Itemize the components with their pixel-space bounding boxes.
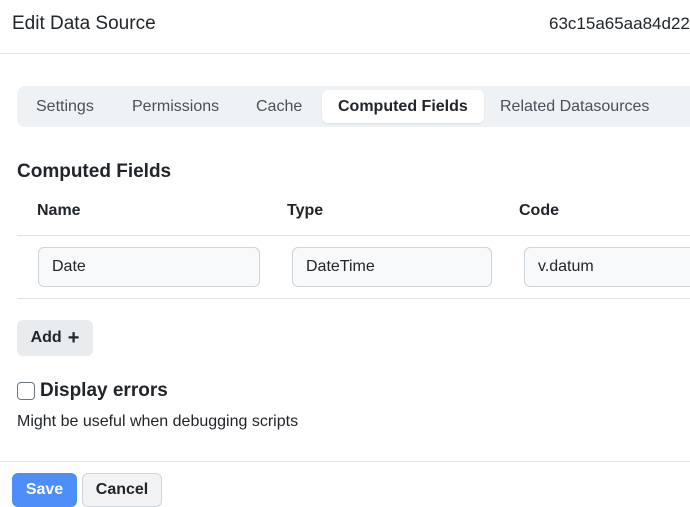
modal-footer: Save Cancel — [0, 461, 690, 507]
tab-bar: Settings Permissions Cache Computed Fiel… — [17, 86, 690, 127]
table-header-divider — [17, 235, 690, 236]
tab-computed-fields[interactable]: Computed Fields — [322, 90, 484, 123]
display-errors-help: Might be useful when debugging scripts — [17, 413, 299, 430]
modal-header: Edit Data Source 63c15a65aa84d22 — [0, 0, 690, 54]
table-row-divider — [17, 298, 690, 299]
add-field-button[interactable]: Add + — [17, 320, 93, 356]
field-type-input[interactable] — [292, 247, 492, 287]
tab-settings[interactable]: Settings — [20, 90, 110, 123]
modal-title: Edit Data Source — [12, 13, 156, 34]
display-errors-label: Display errors — [40, 380, 168, 401]
plus-icon: + — [67, 327, 80, 349]
add-label: Add — [30, 329, 62, 346]
column-header-type: Type — [287, 202, 324, 219]
tab-permissions[interactable]: Permissions — [116, 90, 235, 123]
section-title: Computed Fields — [17, 161, 172, 182]
field-code-input[interactable] — [524, 247, 690, 287]
tab-related-datasources[interactable]: Related Datasources — [484, 90, 665, 123]
display-errors-checkbox[interactable] — [17, 382, 35, 400]
save-button[interactable]: Save — [12, 473, 77, 507]
cancel-button[interactable]: Cancel — [82, 473, 162, 507]
field-name-input[interactable] — [38, 247, 260, 287]
column-header-name: Name — [37, 202, 81, 219]
column-header-code: Code — [519, 202, 559, 219]
tab-cache[interactable]: Cache — [240, 90, 318, 123]
record-id: 63c15a65aa84d22 — [549, 14, 690, 33]
